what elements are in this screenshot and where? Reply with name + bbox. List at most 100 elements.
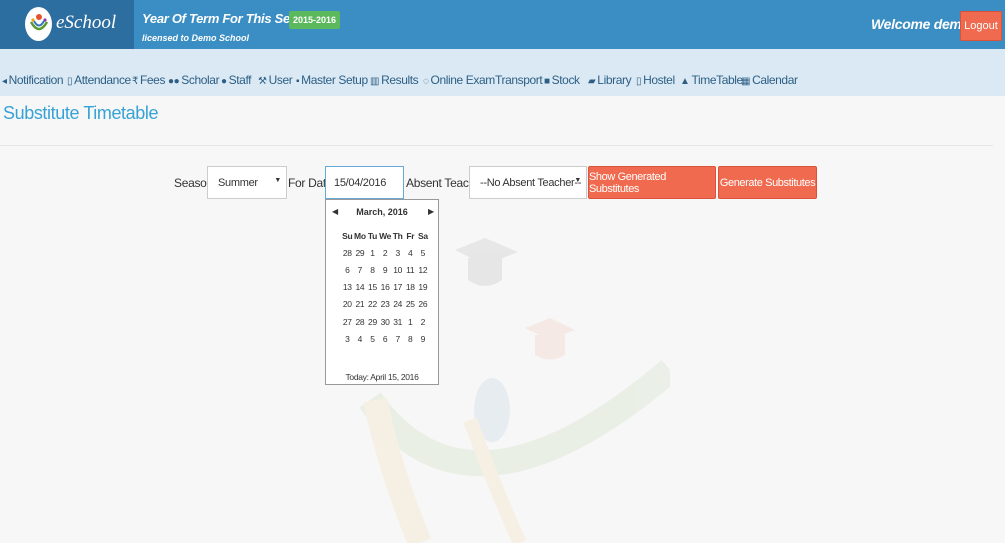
nav-item-calendar[interactable]: ▦ Calendar [741,73,798,87]
nav-label: Hostel [643,73,675,87]
day-cell[interactable]: 23 [379,299,392,309]
next-month-icon[interactable]: ▶ [428,207,434,216]
weekday-header: Su [342,230,353,241]
datepicker-popup: ◀ March, 2016 ▶ Su Mo Tu We Th Fr Sa 28 … [325,199,439,385]
logout-button[interactable]: Logout [960,11,1002,41]
datepicker-today[interactable]: Today: April 15, 2016 [326,372,438,382]
week-row: 27 28 29 30 31 1 2 [341,313,429,330]
weekday-header: Th [392,230,403,241]
day-cell[interactable]: 2 [379,248,392,258]
day-cell[interactable]: 11 [404,265,417,275]
nav-item-transport[interactable]: Transport [495,73,543,87]
book-icon: ▰ [588,76,596,87]
nav-item-online-exam[interactable]: ◌ Online Exam [423,73,495,87]
nav-item-scholar[interactable]: ●● Scholar [168,73,220,87]
generate-substitutes-button[interactable]: Generate Substitutes [718,166,817,199]
weekday-row: Su Mo Tu We Th Fr Sa [341,227,429,244]
day-cell[interactable]: 21 [354,299,367,309]
chart-icon: ▥ [370,76,380,87]
day-cell[interactable]: 25 [404,299,417,309]
logo-area[interactable]: eSchool [0,0,134,49]
weekday-header: Tu [367,230,378,241]
day-cell[interactable]: 29 [354,248,367,258]
folder-icon: ■ [544,76,550,87]
day-cell[interactable]: 7 [391,334,404,344]
nav-label: Master Setup [301,73,368,87]
nav-item-hostel[interactable]: ▯ Hostel [636,73,675,87]
day-cell[interactable]: 9 [417,334,430,344]
day-cell[interactable]: 3 [391,248,404,258]
day-cell[interactable]: 12 [417,265,430,275]
day-cell[interactable]: 27 [341,317,354,327]
nav-label: Staff [228,73,252,87]
show-generated-substitutes-button[interactable]: Show Generated Substitutes [588,166,716,199]
date-input[interactable]: 15/04/2016 [325,166,404,199]
week-row: 28 29 1 2 3 4 5 [341,244,429,261]
day-cell[interactable]: 31 [391,317,404,327]
nav-item-staff[interactable]: ● Staff [221,73,252,87]
day-cell[interactable]: 1 [366,248,379,258]
nav-item-stock[interactable]: ■ Stock [544,73,580,87]
nav-label: Fees [139,73,166,87]
day-cell[interactable]: 4 [354,334,367,344]
day-cell[interactable]: 16 [379,282,392,292]
datepicker-grid: Su Mo Tu We Th Fr Sa 28 29 1 2 3 4 5 6 7… [341,227,429,347]
day-cell[interactable]: 13 [341,282,354,292]
absent-teacher-value: --No Absent Teacher-- [480,176,582,189]
bullhorn-icon: ◂ [2,76,7,87]
logo-text: eSchool [56,12,117,33]
nav-item-fees[interactable]: ₹ Fees [132,73,165,87]
user-icon: ● [221,76,227,87]
nav-label: Results [381,73,419,87]
bell-icon: ▲ [680,76,690,87]
day-cell[interactable]: 9 [379,265,392,275]
nav-label: Calendar [752,73,798,87]
day-cell[interactable]: 1 [404,317,417,327]
file-icon: ▯ [67,76,73,87]
day-cell[interactable]: 29 [366,317,379,327]
season-select[interactable]: Summer ▼ [207,166,287,199]
day-cell[interactable]: 26 [417,299,430,309]
day-cell[interactable]: 15 [366,282,379,292]
logo-icon [25,7,52,41]
day-cell[interactable]: 10 [391,265,404,275]
weekday-header: We [379,230,392,241]
day-cell[interactable]: 28 [341,248,354,258]
day-cell[interactable]: 20 [341,299,354,309]
nav-item-notification[interactable]: ◂ Notification [2,73,64,87]
day-cell[interactable]: 24 [391,299,404,309]
day-cell[interactable]: 18 [404,282,417,292]
nav-item-timetable[interactable]: ▲ TimeTable [680,73,743,87]
day-cell[interactable]: 5 [366,334,379,344]
page-title: Substitute Timetable [3,103,159,123]
nav-label: User [268,73,293,87]
day-cell[interactable]: 22 [366,299,379,309]
nav-item-results[interactable]: ▥ Results [370,73,419,87]
nav-item-user[interactable]: ⚒ User [258,73,293,87]
week-row: 20 21 22 23 24 25 26 [341,296,429,313]
license-text: licensed to Demo School [142,33,250,43]
day-cell[interactable]: 5 [417,248,430,258]
day-cell[interactable]: 14 [354,282,367,292]
day-cell[interactable]: 7 [354,265,367,275]
day-cell[interactable]: 19 [417,282,430,292]
nav-item-attendance[interactable]: ▯ Attendance [67,73,131,87]
absent-teacher-select[interactable]: --No Absent Teacher-- ▼ [469,166,587,199]
nav-item-master-setup[interactable]: ▪ Master Setup [296,73,368,87]
day-cell[interactable]: 6 [341,265,354,275]
weekday-header: Fr [406,230,415,241]
datepicker-month: March, 2016 [356,207,408,217]
day-cell[interactable]: 4 [404,248,417,258]
day-cell[interactable]: 28 [354,317,367,327]
nav-item-library[interactable]: ▰ Library [588,73,632,87]
day-cell[interactable]: 30 [379,317,392,327]
day-cell[interactable]: 8 [404,334,417,344]
nav-label: Notification [8,73,64,87]
title-divider [0,145,993,146]
day-cell[interactable]: 8 [366,265,379,275]
day-cell[interactable]: 3 [341,334,354,344]
day-cell[interactable]: 6 [379,334,392,344]
rupee-icon: ₹ [132,76,138,87]
day-cell[interactable]: 17 [391,282,404,292]
day-cell[interactable]: 2 [417,317,430,327]
